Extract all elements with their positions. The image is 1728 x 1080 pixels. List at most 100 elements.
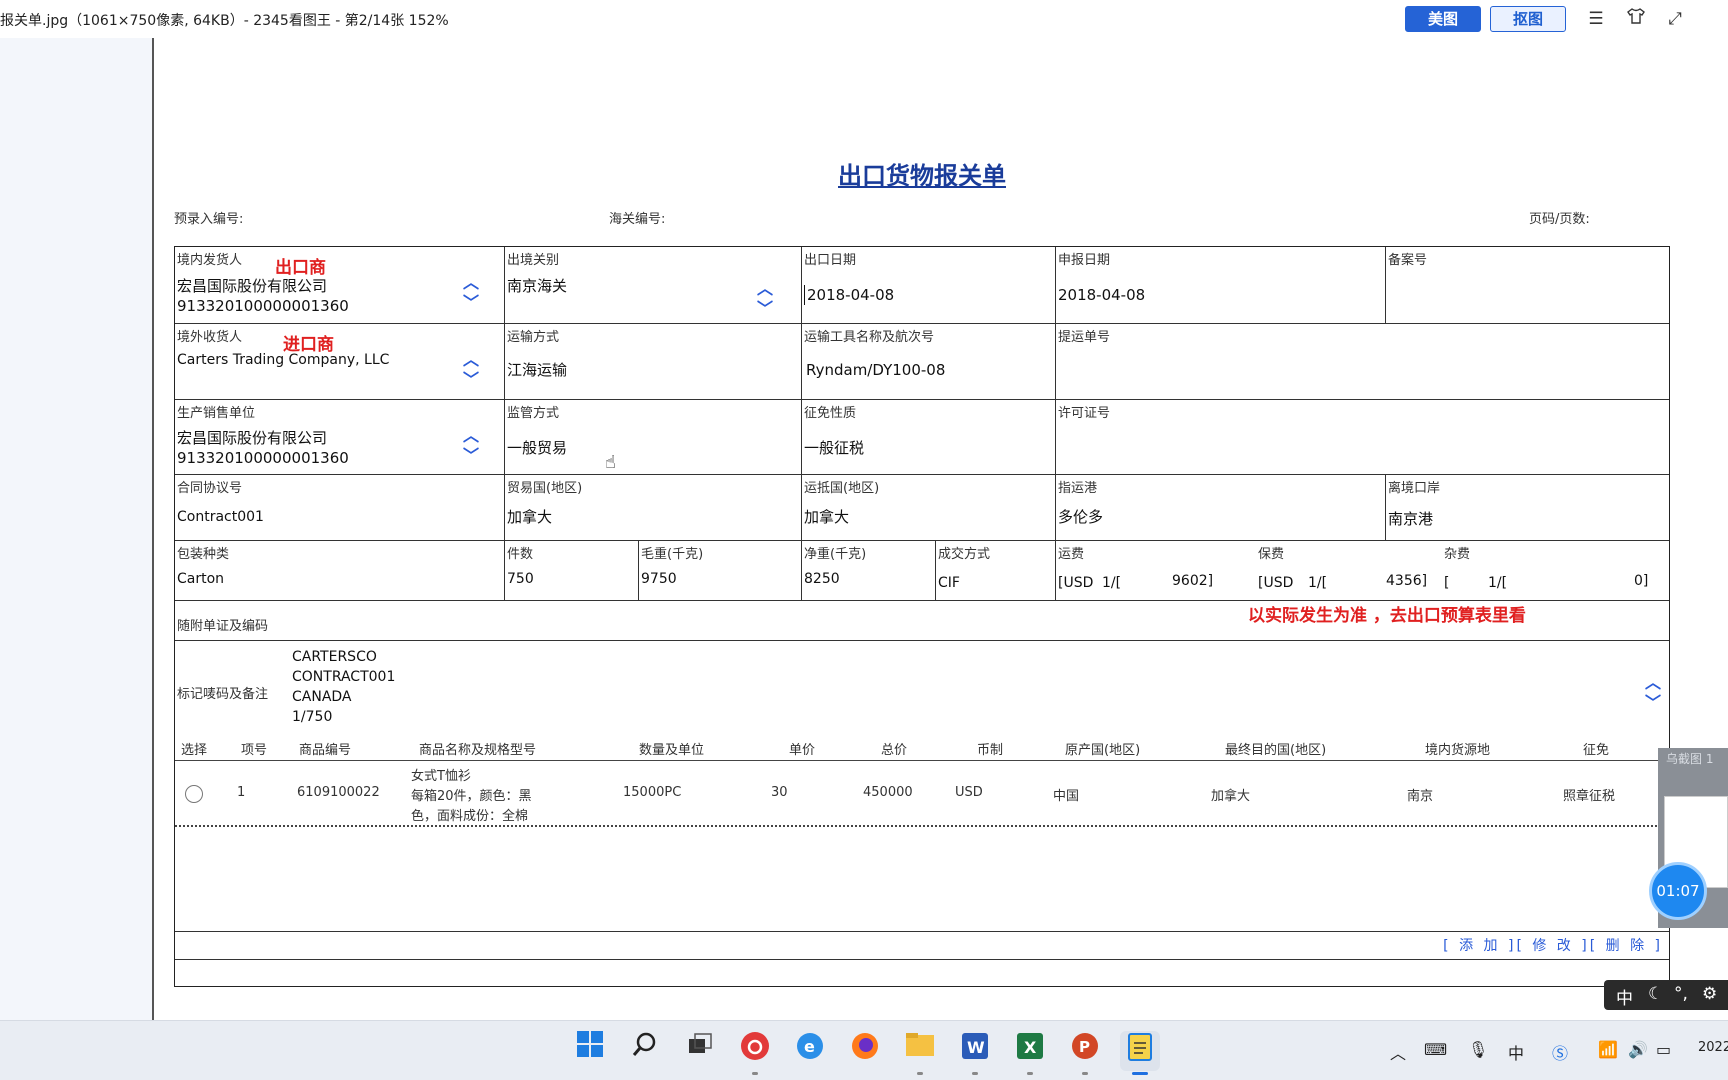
exporter-annotation: 出口商 xyxy=(275,258,326,278)
license-label: 许可证号 xyxy=(1058,406,1111,421)
item-actions[interactable]: [ 添 加 ][ 修 改 ][ 删 除 ] xyxy=(1443,935,1663,955)
contract-cell: 合同协议号 Contract001 xyxy=(175,475,505,540)
insurance-label: 保费 xyxy=(1258,547,1285,562)
moon-icon[interactable]: ☾ xyxy=(1648,984,1663,1004)
ime-logo-icon[interactable]: Ⓢ xyxy=(1552,1040,1568,1064)
volume-icon[interactable]: 🔊 xyxy=(1628,1040,1648,1059)
item-destination: 加拿大 xyxy=(1211,789,1251,804)
deal-mode-cell: 成交方式 CIF xyxy=(936,541,1056,600)
scroll-arrows-icon[interactable]: ︿ ﹀ xyxy=(1643,673,1663,713)
scroll-arrows-icon[interactable]: ︿ ﹀ xyxy=(461,273,481,313)
recording-timer[interactable]: 01:07 xyxy=(1649,862,1707,920)
microphone-icon[interactable]: 🎙 xyxy=(1468,1040,1488,1059)
export-date-input[interactable]: 2018-04-08 xyxy=(804,285,894,305)
declare-date-cell: 申报日期 2018-04-08 xyxy=(1056,247,1386,323)
item-no: 1 xyxy=(237,785,246,800)
pre-entry-label: 预录入编号: xyxy=(174,212,244,227)
col-origin: 原产国(地区) xyxy=(1065,743,1141,758)
search-icon[interactable] xyxy=(625,1031,665,1071)
dest-country-label: 运抵国(地区) xyxy=(804,481,880,496)
item-qty: 15000PC xyxy=(623,785,682,800)
vessel-value: Ryndam/DY100-08 xyxy=(806,361,946,379)
file-explorer-icon[interactable] xyxy=(900,1031,940,1075)
record-no-cell: 备案号 xyxy=(1386,247,1669,323)
punctuation-icon[interactable]: °, xyxy=(1674,984,1688,1004)
freight-separator: 1/[ xyxy=(1102,575,1122,591)
dest-country-value: 加拿大 xyxy=(804,508,850,526)
page-no-label: 页码/页数: xyxy=(1529,212,1590,227)
tax-nature-value: 一般征税 xyxy=(804,439,865,457)
svg-text:W: W xyxy=(967,1038,985,1057)
declare-date-value: 2018-04-08 xyxy=(1058,286,1146,304)
net-weight-label: 净重(千克) xyxy=(804,547,867,562)
table-row[interactable]: 1 6109100022 女式T恤衫 每箱20件，颜色：黑 色，面料成份：全棉 … xyxy=(175,761,1669,827)
consignee-name: Carters Trading Company, LLC xyxy=(177,352,390,368)
notepad-icon[interactable] xyxy=(1120,1031,1160,1075)
col-total: 总价 xyxy=(881,743,908,758)
item-name-line: 每箱20件，颜色：黑 xyxy=(411,789,532,804)
word-icon[interactable]: W xyxy=(955,1031,995,1075)
col-destination: 最终目的国(地区) xyxy=(1225,743,1327,758)
item-total: 450000 xyxy=(863,785,913,800)
task-view-icon[interactable] xyxy=(680,1031,720,1071)
wifi-icon[interactable]: 📶 xyxy=(1598,1040,1618,1059)
marks-line: CANADA xyxy=(292,689,352,705)
producer-label: 生产销售单位 xyxy=(177,406,256,421)
items-empty-area xyxy=(175,827,1669,932)
form-row-5: 包装种类 Carton 件数 750 毛重(千克) 9750 净重(千克) 82… xyxy=(175,541,1669,601)
powerpoint-icon[interactable]: P xyxy=(1065,1031,1105,1075)
select-radio[interactable] xyxy=(185,785,203,803)
scroll-arrows-icon[interactable]: ︿ ﹀ xyxy=(461,350,481,390)
item-name-line: 女式T恤衫 xyxy=(411,769,471,784)
clock[interactable]: 2022 xyxy=(1698,1040,1728,1055)
col-hs-code: 商品编号 xyxy=(299,743,352,758)
pack-cell: 包装种类 Carton xyxy=(175,541,505,600)
misc-fee-currency: [ xyxy=(1444,575,1450,591)
bl-no-cell: 提运单号 xyxy=(1056,324,1669,399)
scroll-arrows-icon[interactable]: ︿ ﹀ xyxy=(755,279,775,319)
excel-icon[interactable]: X xyxy=(1010,1031,1050,1075)
customs-declaration-image: 出口货物报关单 预录入编号: 海关编号: 页码/页数: 境内发货人 出口商 宏昌… xyxy=(152,38,1728,1020)
fullscreen-icon[interactable]: ⤢ xyxy=(1664,8,1686,30)
item-unit-price: 30 xyxy=(771,785,788,800)
ime-lang[interactable]: 中 xyxy=(1616,984,1633,1009)
marks-label: 标记唛码及备注 xyxy=(177,687,269,702)
form-row-4: 合同协议号 Contract001 贸易国(地区) 加拿大 运抵国(地区) 加拿… xyxy=(175,475,1669,541)
keyboard-icon[interactable]: ⌨ xyxy=(1424,1040,1447,1059)
netease-music-icon[interactable] xyxy=(735,1031,775,1075)
form-row-2: 境外收货人 进口商 Carters Trading Company, LLC ︿… xyxy=(175,324,1669,400)
form-row-7: 标记唛码及备注 CARTERSCO CONTRACT001 CANADA 1/7… xyxy=(175,641,1669,733)
vessel-label: 运输工具名称及航次号 xyxy=(804,330,935,345)
shirt-skin-icon[interactable] xyxy=(1625,8,1647,30)
export-date-cell: 出口日期 2018-04-08 xyxy=(802,247,1056,323)
scroll-arrows-icon[interactable]: ︿ ﹀ xyxy=(461,426,481,466)
col-tax: 征免 xyxy=(1583,743,1610,758)
declare-date-label: 申报日期 xyxy=(1058,253,1111,268)
settings-icon[interactable]: ⚙ xyxy=(1702,984,1717,1004)
exit-customs-label: 出境关别 xyxy=(507,253,560,268)
trade-country-value: 加拿大 xyxy=(507,508,553,526)
export-date-label: 出口日期 xyxy=(804,253,857,268)
battery-icon[interactable]: ▭ xyxy=(1656,1040,1671,1059)
misc-fee-amount: 0] xyxy=(1634,573,1649,589)
beautify-button[interactable]: 美图 xyxy=(1405,6,1481,32)
items-header: 选择 项号 商品编号 商品名称及规格型号 数量及单位 单价 总价 币制 原产国(… xyxy=(175,733,1669,761)
tray-ime-lang[interactable]: 中 xyxy=(1508,1040,1524,1064)
freight-label: 运费 xyxy=(1058,547,1085,562)
firefox-icon[interactable] xyxy=(845,1031,885,1071)
start-icon[interactable] xyxy=(570,1031,610,1071)
freight-currency: [USD xyxy=(1058,575,1094,591)
ie-browser-icon[interactable]: e xyxy=(790,1031,830,1071)
tray-overflow-icon[interactable]: ︿ xyxy=(1390,1040,1406,1064)
menu-icon[interactable]: ☰ xyxy=(1585,8,1607,30)
trade-country-label: 贸易国(地区) xyxy=(507,481,583,496)
contract-label: 合同协议号 xyxy=(177,481,243,496)
transport-mode-label: 运输方式 xyxy=(507,330,560,345)
col-qty-unit: 数量及单位 xyxy=(639,743,705,758)
item-origin: 中国 xyxy=(1053,789,1080,804)
net-weight-cell: 净重(千克) 8250 xyxy=(802,541,936,600)
cutout-button[interactable]: 抠图 xyxy=(1490,6,1566,32)
pieces-value: 750 xyxy=(507,571,534,587)
consignor-cell: 境内发货人 出口商 宏昌国际股份有限公司 913320100000001360 … xyxy=(175,247,505,323)
producer-name: 宏昌国际股份有限公司 xyxy=(177,429,328,447)
